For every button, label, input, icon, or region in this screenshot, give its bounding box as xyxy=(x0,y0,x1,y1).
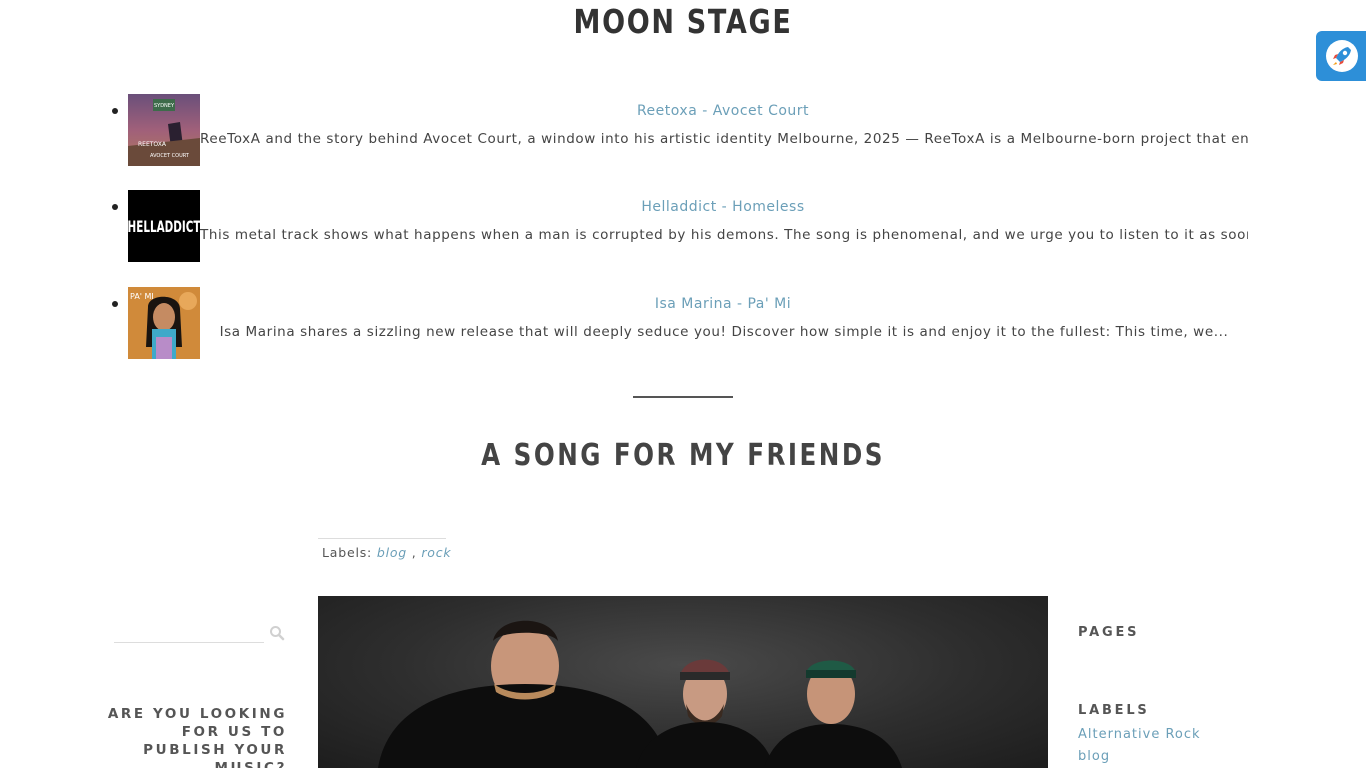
thumb-song-text: AVOCET COURT xyxy=(150,153,190,159)
post-title-link[interactable]: Helladdict - Homeless xyxy=(200,199,1246,215)
thumb-song-text: PA' MI xyxy=(130,292,154,301)
sidebar-label-alternative-rock[interactable]: Alternative Rock xyxy=(1078,727,1201,742)
search-icon[interactable] xyxy=(269,625,285,641)
post-thumbnail[interactable]: SYDNEY REETOXA AVOCET COURT xyxy=(128,94,200,166)
post-excerpt: ReeToxA and the story behind Avocet Cour… xyxy=(200,131,1248,147)
section-divider xyxy=(633,396,733,398)
pages-heading: PAGES xyxy=(1078,625,1140,640)
page: MOON STAGE SYDNEY REETOXA AVOCET COURT R… xyxy=(0,0,1366,768)
article-labels: Labels: blog , rock xyxy=(318,538,451,560)
site-title: MOON STAGE xyxy=(573,2,793,41)
post-thumbnail[interactable]: PA' MI xyxy=(128,287,200,359)
sidebar-label-blog[interactable]: blog xyxy=(1078,749,1110,764)
publish-heading: ARE YOU LOOKING FOR US TO PUBLISH YOUR M… xyxy=(107,706,287,768)
thumb-sign-text: SYDNEY xyxy=(154,103,175,109)
post-excerpt: Isa Marina shares a sizzling new release… xyxy=(219,324,1229,340)
post-thumbnail[interactable]: HELLADDICT xyxy=(128,190,200,262)
labels-heading: LABELS xyxy=(1078,703,1150,718)
label-link-rock[interactable]: rock xyxy=(421,545,451,560)
list-bullet xyxy=(112,204,118,210)
list-item: PA' MI Isa Marina - Pa' Mi Isa Marina sh… xyxy=(0,287,1366,359)
rocket-button[interactable] xyxy=(1316,31,1366,81)
article-hero-image xyxy=(318,596,1048,768)
rocket-icon xyxy=(1326,40,1358,72)
sidebar-search xyxy=(114,620,290,644)
list-bullet xyxy=(112,108,118,114)
post-title-link[interactable]: Reetoxa - Avocet Court xyxy=(200,103,1246,119)
article-title: A SONG FOR MY FRIENDS xyxy=(481,438,885,473)
list-bullet xyxy=(112,301,118,307)
label-link-blog[interactable]: blog xyxy=(377,545,407,560)
post-title-link[interactable]: Isa Marina - Pa' Mi xyxy=(200,296,1246,312)
list-item: HELLADDICT Helladdict - Homeless This me… xyxy=(0,190,1366,262)
labels-prefix: Labels: xyxy=(322,545,377,560)
thumb-artist-text: REETOXA xyxy=(138,141,167,148)
labels-separator: , xyxy=(407,545,422,560)
search-input[interactable] xyxy=(114,620,264,643)
thumb-artist-text: HELLADDICT xyxy=(128,219,200,237)
post-excerpt: This metal track shows what happens when… xyxy=(200,227,1248,243)
list-item: SYDNEY REETOXA AVOCET COURT Reetoxa - Av… xyxy=(0,94,1366,166)
